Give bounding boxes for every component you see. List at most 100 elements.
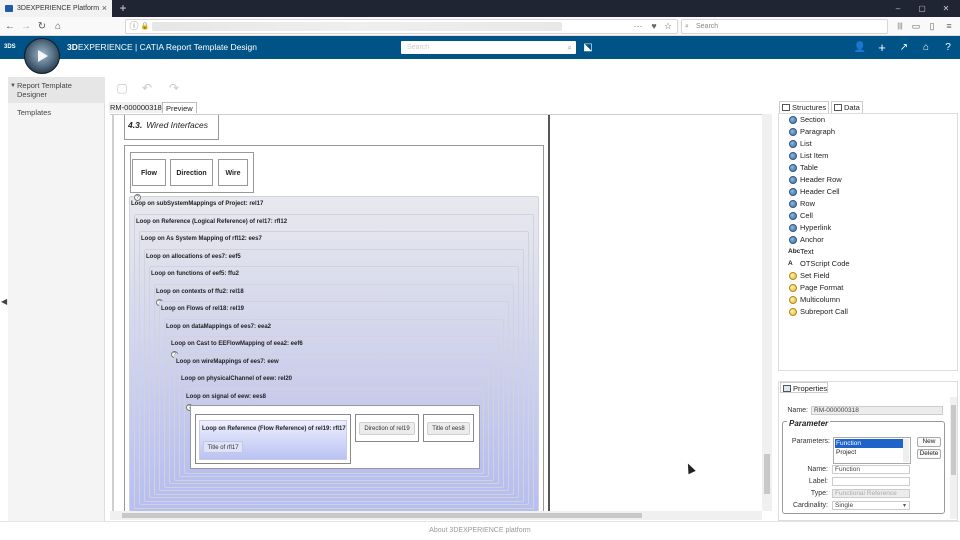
parameter-option-selected[interactable]: Function: [835, 439, 903, 448]
tab-structures[interactable]: Structures: [779, 101, 829, 113]
share-icon[interactable]: ↗: [895, 36, 913, 59]
new-document-icon[interactable]: ▢: [114, 80, 130, 96]
library-icon[interactable]: |||: [893, 19, 907, 34]
structure-item-label: Anchor: [800, 235, 824, 244]
param-name-field[interactable]: Function: [832, 465, 910, 474]
structure-item[interactable]: Header Cell: [789, 186, 840, 197]
tab-preview[interactable]: Preview: [162, 102, 197, 113]
properties-scrollbar[interactable]: [950, 397, 957, 519]
condition-icon[interactable]: ?: [134, 194, 141, 201]
properties-tab[interactable]: Properties: [780, 382, 829, 393]
back-button[interactable]: ←: [3, 17, 17, 36]
collapse-panel-icon[interactable]: ◀: [1, 297, 7, 306]
yellow-ball-icon: [789, 284, 797, 292]
chevron-down-icon[interactable]: ▾: [903, 502, 906, 509]
section-title: Wired Interfaces: [146, 120, 208, 130]
browser-search-input[interactable]: ⌕ Search: [681, 19, 888, 34]
direction-rel19-cell[interactable]: Direction of rel19: [359, 422, 415, 435]
parameter-option[interactable]: Project: [835, 448, 903, 457]
forward-button[interactable]: →: [19, 17, 33, 36]
loop-label: Loop on functions of eef5: ffu2: [151, 271, 239, 277]
yellow-ball-icon: [789, 272, 797, 280]
structure-item-label: Row: [800, 199, 816, 208]
compass-icon[interactable]: [24, 38, 60, 74]
tab-template[interactable]: RM-000000318: [109, 102, 164, 113]
home-icon[interactable]: ⌂: [917, 36, 935, 59]
browser-menu-icon[interactable]: ≡: [942, 19, 956, 34]
tab-data[interactable]: Data: [831, 101, 863, 113]
home-button[interactable]: ⌂: [51, 17, 65, 36]
lock-icon: 🔒: [140, 23, 150, 30]
structure-item[interactable]: Header Row: [789, 174, 842, 185]
new-button[interactable]: New: [917, 437, 941, 447]
sidebar-icon[interactable]: ▯: [925, 19, 939, 34]
structure-item[interactable]: Section: [789, 114, 825, 125]
structure-item[interactable]: Subreport Call: [789, 306, 848, 317]
section-heading[interactable]: 4.3. Wired Interfaces: [124, 115, 219, 140]
structure-item[interactable]: Paragraph: [789, 126, 835, 137]
page-actions-icon[interactable]: ···: [631, 19, 645, 34]
label-field[interactable]: [832, 477, 910, 486]
structure-item[interactable]: Row: [789, 198, 815, 209]
canvas-horizontal-scrollbar[interactable]: [110, 511, 762, 520]
parameters-list[interactable]: Function Project: [833, 437, 911, 464]
structure-item[interactable]: A OTScript Code: [788, 258, 850, 269]
name-field[interactable]: RM-000000318: [811, 406, 943, 415]
structure-item-label: Paragraph: [800, 127, 836, 136]
browser-tab-title: 3DEXPERIENCE Platform: [17, 5, 100, 12]
redo-icon[interactable]: ↷: [166, 80, 182, 96]
window-close-button[interactable]: ✕: [936, 0, 956, 17]
browser-tab[interactable]: 3DEXPERIENCE Platform ×: [0, 0, 112, 17]
add-icon[interactable]: +: [873, 36, 891, 59]
structure-item[interactable]: List Item: [789, 150, 828, 161]
structure-item-label: Hyperlink: [800, 223, 832, 232]
structure-item[interactable]: Multicolumn: [789, 294, 840, 305]
structure-item[interactable]: Set Field: [789, 270, 830, 281]
browser-tabstrip: [0, 0, 960, 17]
app-search-placeholder: Search: [407, 44, 430, 51]
bookmark-star-icon[interactable]: ☆: [661, 19, 675, 34]
title-rfl17-cell[interactable]: Title of rfl17: [203, 441, 243, 453]
structure-item[interactable]: Page Format: [789, 282, 843, 293]
tag-icon[interactable]: ⬕: [581, 40, 595, 55]
app-search-icon[interactable]: ⌕: [568, 41, 572, 54]
window-maximize-button[interactable]: ▢: [912, 0, 932, 17]
reload-button[interactable]: ↻: [35, 17, 49, 36]
parameters-list-scrollbar[interactable]: [903, 439, 909, 462]
favicon-icon: [5, 5, 13, 12]
ds-logo[interactable]: 3DS: [4, 40, 20, 55]
header-cell-direction[interactable]: Direction: [170, 159, 213, 186]
blue-ball-icon: [789, 236, 797, 244]
param-name-label: Name:: [807, 466, 828, 473]
structure-item[interactable]: Cell: [789, 210, 813, 221]
new-tab-button[interactable]: +: [117, 0, 129, 17]
structure-item-label: Page Format: [800, 283, 844, 292]
user-icon[interactable]: 👤: [851, 36, 869, 59]
templates-item[interactable]: Templates: [17, 108, 51, 117]
footer[interactable]: About 3DEXPERIENCE platform: [0, 521, 960, 540]
header-cell-flow[interactable]: Flow: [132, 159, 166, 186]
structure-item[interactable]: Hyperlink: [789, 222, 831, 233]
reader-view-icon[interactable]: ▭: [909, 19, 923, 34]
expand-triangle-icon[interactable]: ▼: [10, 82, 16, 91]
undo-icon[interactable]: ↶: [139, 80, 155, 96]
structure-item[interactable]: List: [789, 138, 812, 149]
structure-item[interactable]: Abc Text: [788, 246, 814, 257]
parameter-legend: Parameter: [787, 419, 831, 428]
tab-close-icon[interactable]: ×: [102, 0, 107, 17]
canvas-vertical-scrollbar[interactable]: [762, 114, 772, 511]
app-search-input[interactable]: Search ⌕: [401, 41, 576, 54]
type-field: Functional Reference: [832, 489, 910, 498]
header-cell-wire[interactable]: Wire: [218, 159, 248, 186]
structure-item[interactable]: Table: [789, 162, 818, 173]
window-minimize-button[interactable]: –: [888, 0, 908, 17]
structure-item[interactable]: Anchor: [789, 234, 824, 245]
structure-item-label: List: [800, 139, 812, 148]
title-ees8-cell[interactable]: Title of ees8: [427, 422, 470, 435]
cardinality-select[interactable]: Single: [832, 501, 910, 510]
pocket-icon[interactable]: ♥: [647, 19, 661, 34]
delete-button[interactable]: Delete: [917, 449, 941, 459]
report-template-designer-node[interactable]: ▼ Report Template Designer: [8, 77, 105, 103]
left-panel-header-label: Report Template Designer: [17, 81, 72, 99]
help-icon[interactable]: ?: [939, 36, 957, 59]
